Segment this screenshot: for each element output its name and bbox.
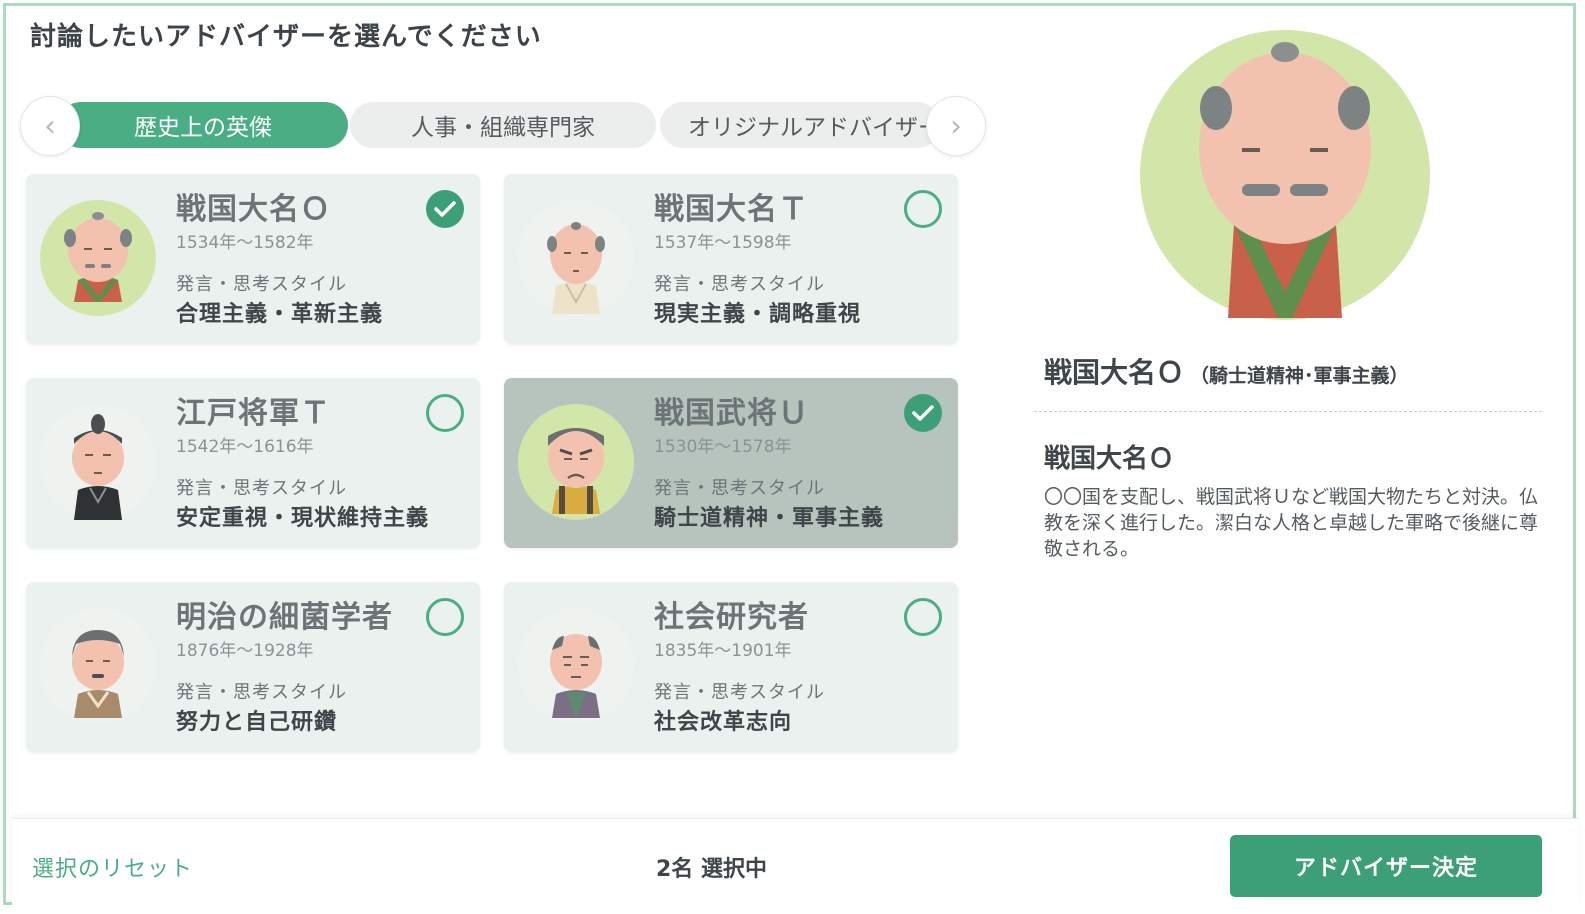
style-label: 発言・思考スタイル bbox=[654, 274, 825, 295]
selection-count: 2名 選択中 bbox=[656, 857, 767, 882]
tab-hr-experts[interactable]: 人事・組織専門家 bbox=[350, 102, 656, 148]
page-title: 討論したいアドバイザーを選んでください bbox=[30, 22, 542, 52]
detail-avatar bbox=[1138, 28, 1432, 322]
social-researcher-avatar bbox=[516, 606, 636, 726]
advisor-name: 戦国大名Ｏ bbox=[176, 192, 331, 227]
advisor-name: 江戸将軍Ｔ bbox=[176, 396, 331, 431]
detail-heading-name: 戦国大名Ｏ bbox=[1044, 356, 1185, 389]
samurai-lord-o-avatar bbox=[38, 198, 158, 318]
advisor-card[interactable]: 戦国武将Ｕ 1530年～1578年 発言・思考スタイル 騎士道精神・軍事主義 bbox=[504, 378, 958, 548]
advisor-card[interactable]: 明治の細菌学者 1876年～1928年 発言・思考スタイル 努力と自己研鑽 bbox=[26, 582, 480, 752]
shogun-t-avatar bbox=[38, 402, 158, 522]
advisor-years: 1537年～1598年 bbox=[654, 233, 792, 253]
detail-description: 〇〇国を支配し、戦国武将Ｕなど戦国大物たちと対決。仏教を深く進行した。潔白な人格… bbox=[1044, 486, 1539, 560]
selected-check-icon[interactable] bbox=[426, 190, 464, 228]
advisor-name: 社会研究者 bbox=[654, 600, 809, 635]
advisor-name: 明治の細菌学者 bbox=[176, 600, 393, 635]
detail-divider bbox=[1034, 411, 1542, 412]
advisor-card[interactable]: 戦国大名Ｔ 1537年～1598年 発言・思考スタイル 現実主義・調略重視 bbox=[504, 174, 958, 344]
unselected-circle-icon[interactable] bbox=[904, 190, 942, 228]
advisor-style: 合理主義・革新主義 bbox=[176, 302, 384, 327]
unselected-circle-icon[interactable] bbox=[904, 598, 942, 636]
advisor-years: 1835年～1901年 bbox=[654, 641, 792, 661]
detail-name: 戦国大名Ｏ bbox=[1044, 444, 1175, 474]
decide-advisor-button[interactable]: アドバイザー決定 bbox=[1230, 835, 1542, 897]
style-label: 発言・思考スタイル bbox=[654, 682, 825, 703]
advisor-card[interactable]: 社会研究者 1835年～1901年 発言・思考スタイル 社会改革志向 bbox=[504, 582, 958, 752]
footer-bar: 選択のリセット 2名 選択中 アドバイザー決定 bbox=[12, 818, 1579, 909]
reset-selection-link[interactable]: 選択のリセット bbox=[32, 851, 193, 883]
advisor-name: 戦国大名Ｔ bbox=[654, 192, 809, 227]
selected-check-icon[interactable] bbox=[904, 394, 942, 432]
chevron-left-icon: ‹ bbox=[44, 108, 56, 144]
detail-heading: 戦国大名Ｏ （騎士道精神･軍事主義） bbox=[1044, 351, 1409, 391]
app-frame: 討論したいアドバイザーを選んでください 歴史上の英傑 人事・組織専門家 オリジナ… bbox=[3, 3, 1579, 909]
unselected-circle-icon[interactable] bbox=[426, 598, 464, 636]
advisor-card[interactable]: 江戸将軍Ｔ 1542年～1616年 発言・思考スタイル 安定重視・現状維持主義 bbox=[26, 378, 480, 548]
advisor-years: 1530年～1578年 bbox=[654, 437, 792, 457]
advisor-style: 社会改革志向 bbox=[654, 710, 793, 735]
unselected-circle-icon[interactable] bbox=[426, 394, 464, 432]
chevron-right-icon: › bbox=[950, 108, 962, 144]
tabs-prev-button[interactable]: ‹ bbox=[20, 96, 80, 156]
warlord-u-avatar bbox=[516, 402, 636, 522]
advisor-style: 現実主義・調略重視 bbox=[654, 302, 862, 327]
samurai-lord-t-avatar bbox=[516, 198, 636, 318]
tab-original-advisors[interactable]: オリジナルアドバイザー bbox=[660, 102, 940, 148]
advisor-years: 1542年～1616年 bbox=[176, 437, 314, 457]
advisor-style: 騎士道精神・軍事主義 bbox=[654, 506, 885, 531]
advisor-years: 1876年～1928年 bbox=[176, 641, 314, 661]
detail-heading-sub: （騎士道精神･軍事主義） bbox=[1190, 365, 1409, 387]
advisor-style: 努力と自己研鑽 bbox=[176, 710, 338, 735]
style-label: 発言・思考スタイル bbox=[176, 682, 347, 703]
tabs-next-button[interactable]: › bbox=[926, 96, 986, 156]
advisor-style: 安定重視・現状維持主義 bbox=[176, 506, 430, 531]
advisor-years: 1534年～1582年 bbox=[176, 233, 314, 253]
bacteriologist-avatar bbox=[38, 606, 158, 726]
category-tabs: 歴史上の英傑 人事・組織専門家 オリジナルアドバイザー ‹ › bbox=[20, 96, 986, 156]
advisor-card[interactable]: 戦国大名Ｏ 1534年～1582年 発言・思考スタイル 合理主義・革新主義 bbox=[26, 174, 480, 344]
style-label: 発言・思考スタイル bbox=[654, 478, 825, 499]
tab-historical-heroes[interactable]: 歴史上の英傑 bbox=[58, 102, 348, 148]
advisor-name: 戦国武将Ｕ bbox=[654, 396, 809, 431]
style-label: 発言・思考スタイル bbox=[176, 274, 347, 295]
style-label: 発言・思考スタイル bbox=[176, 478, 347, 499]
